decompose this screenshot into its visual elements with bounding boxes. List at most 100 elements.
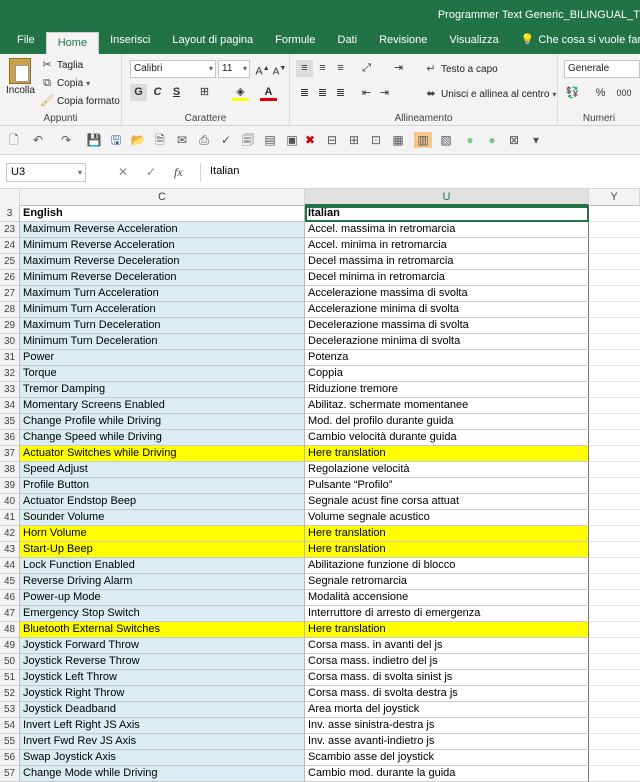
enter-icon[interactable]: ✓ <box>146 165 156 179</box>
chart-icon[interactable]: ▧ <box>438 132 454 148</box>
row-number[interactable]: 55 <box>0 734 20 750</box>
borders-icon[interactable]: ⊞ <box>196 84 213 101</box>
cut-button[interactable]: ✂ Taglia <box>40 58 83 72</box>
tab-home[interactable]: Home <box>45 32 100 54</box>
cell-italian[interactable]: Accel. minima in retromarcia <box>305 238 589 254</box>
cell-empty[interactable] <box>589 382 640 398</box>
cell-empty[interactable] <box>589 318 640 334</box>
cell-italian[interactable]: Here translation <box>305 622 589 638</box>
cell-italian[interactable]: Potenza <box>305 350 589 366</box>
cell-italian[interactable]: Corsa mass. di svolta sinist js <box>305 670 589 686</box>
cell-english[interactable]: Emergency Stop Switch <box>20 606 305 622</box>
row-number[interactable]: 51 <box>0 670 20 686</box>
row-number[interactable]: 37 <box>0 446 20 462</box>
cell-empty[interactable] <box>589 366 640 382</box>
cell-empty[interactable] <box>589 654 640 670</box>
cell-italian[interactable]: Segnale retromarcia <box>305 574 589 590</box>
cell-italian[interactable]: Abilitazione funzione di blocco <box>305 558 589 574</box>
cell-english[interactable]: Sounder Volume <box>20 510 305 526</box>
page-icon[interactable]: 🗐 <box>240 132 256 148</box>
tell-me-box[interactable]: 💡Che cosa si vuole fare? <box>510 30 640 54</box>
decrease-font-icon[interactable]: A▼ <box>271 60 288 77</box>
filter-icon[interactable]: ⊠ <box>506 132 522 148</box>
cell-italian[interactable]: Accel. massima in retromarcia <box>305 222 589 238</box>
cell-english[interactable]: English <box>20 206 305 222</box>
tab-review[interactable]: Revisione <box>368 30 438 54</box>
cancel-icon[interactable]: ✕ <box>118 165 128 179</box>
cell-italian[interactable]: Decel minima in retromarcia <box>305 270 589 286</box>
tab-insert[interactable]: Inserisci <box>99 30 161 54</box>
cell-english[interactable]: Actuator Switches while Driving <box>20 446 305 462</box>
grid-icon[interactable]: ⊡ <box>368 132 384 148</box>
cell-italian[interactable]: Corsa mass. indietro del js <box>305 654 589 670</box>
cell-english[interactable]: Start-Up Beep <box>20 542 305 558</box>
cell-english[interactable]: Torque <box>20 366 305 382</box>
row-number[interactable]: 42 <box>0 526 20 542</box>
cell-italian[interactable]: Decelerazione massima di svolta <box>305 318 589 334</box>
quick-print-icon[interactable]: ⎙ <box>196 132 212 148</box>
row-number[interactable]: 25 <box>0 254 20 270</box>
row-number[interactable]: 57 <box>0 766 20 782</box>
cell-italian[interactable]: Here translation <box>305 526 589 542</box>
percent-button[interactable]: % <box>592 85 609 102</box>
cell-italian[interactable]: Decelerazione minima di svolta <box>305 334 589 350</box>
cell-italian[interactable]: Cambio velocità durante guida <box>305 430 589 446</box>
merge-center-button[interactable]: ⬌ Unisci e allinea al centro ▾ <box>424 87 556 101</box>
cell-empty[interactable] <box>589 398 640 414</box>
cell-empty[interactable] <box>589 686 640 702</box>
insert-function-icon[interactable]: fx <box>174 165 183 180</box>
row-number[interactable]: 36 <box>0 430 20 446</box>
cell-empty[interactable] <box>589 446 640 462</box>
row-number[interactable]: 56 <box>0 750 20 766</box>
cell-italian[interactable]: Italian <box>305 206 589 222</box>
cell-english[interactable]: Horn Volume <box>20 526 305 542</box>
cell-english[interactable]: Power <box>20 350 305 366</box>
fill-color-icon[interactable]: ◈ <box>232 84 249 101</box>
cell-italian[interactable]: Abilitaz. schermate momentanee <box>305 398 589 414</box>
row-number[interactable]: 38 <box>0 462 20 478</box>
row-number[interactable]: 54 <box>0 718 20 734</box>
insert-table-icon[interactable]: ⊞ <box>346 132 362 148</box>
email-icon[interactable]: ✉ <box>174 132 190 148</box>
cell-empty[interactable] <box>589 286 640 302</box>
underline-button[interactable]: S <box>168 84 185 101</box>
cell-english[interactable]: Maximum Reverse Deceleration <box>20 254 305 270</box>
cell-italian[interactable]: Mod. del profilo durante guida <box>305 414 589 430</box>
select-all-corner[interactable] <box>0 189 20 206</box>
print-preview-icon[interactable]: 🗎 <box>152 132 168 148</box>
cell-italian[interactable]: Riduzione tremore <box>305 382 589 398</box>
cell-english[interactable]: Joystick Left Throw <box>20 670 305 686</box>
cell-english[interactable]: Joystick Deadband <box>20 702 305 718</box>
cell-english[interactable]: Actuator Endstop Beep <box>20 494 305 510</box>
cell-empty[interactable] <box>589 766 640 782</box>
cell-empty[interactable] <box>589 430 640 446</box>
cell-empty[interactable] <box>589 494 640 510</box>
cell-empty[interactable] <box>589 526 640 542</box>
cell-english[interactable]: Minimum Turn Deceleration <box>20 334 305 350</box>
decrease-indent-icon[interactable]: ⇤ <box>358 85 375 102</box>
cell-english[interactable]: Minimum Reverse Acceleration <box>20 238 305 254</box>
delete-icon[interactable]: ✖ <box>302 132 318 148</box>
row-number[interactable]: 3 <box>0 206 20 222</box>
cell-english[interactable]: Maximum Turn Acceleration <box>20 286 305 302</box>
row-number[interactable]: 48 <box>0 622 20 638</box>
cell-empty[interactable] <box>589 302 640 318</box>
cell-english[interactable]: Joystick Forward Throw <box>20 638 305 654</box>
column-header-c[interactable]: C <box>20 189 305 206</box>
green-circle-2-icon[interactable]: ● <box>484 132 500 148</box>
formula-input[interactable]: Italian <box>200 163 638 182</box>
tab-page-layout[interactable]: Layout di pagina <box>161 30 264 54</box>
cell-italian[interactable]: Segnale acust fine corsa attuat <box>305 494 589 510</box>
cell-english[interactable]: Invert Left Right JS Axis <box>20 718 305 734</box>
tab-view[interactable]: Visualizza <box>438 30 509 54</box>
new-file-icon[interactable]: 🗋 <box>6 132 22 148</box>
row-number[interactable]: 47 <box>0 606 20 622</box>
increase-font-icon[interactable]: A▲ <box>254 60 271 78</box>
cell-english[interactable]: Lock Function Enabled <box>20 558 305 574</box>
font-size-select[interactable]: 11 ▾ <box>218 60 250 78</box>
column-header-y[interactable]: Y <box>589 189 640 206</box>
customize-toolbar-icon[interactable]: ▾ <box>528 132 544 148</box>
indent-icon[interactable]: ⇥ <box>390 60 407 77</box>
cell-italian[interactable]: Coppia <box>305 366 589 382</box>
spelling-icon[interactable]: ✓ <box>218 132 234 148</box>
